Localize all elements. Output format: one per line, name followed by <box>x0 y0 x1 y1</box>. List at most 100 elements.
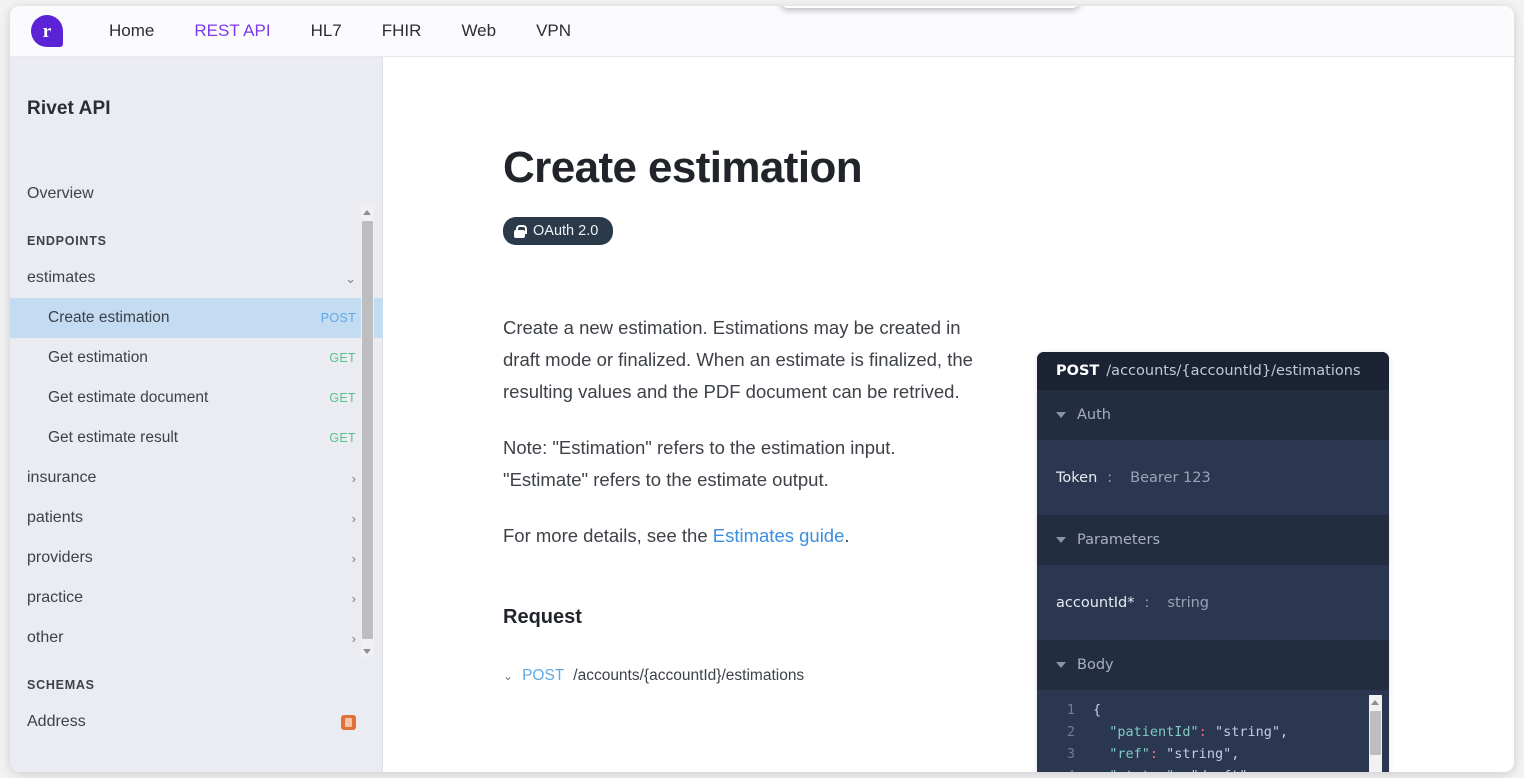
code-line: 3 "ref": "string", <box>1045 743 1389 765</box>
description-paragraph-2: Note: "Estimation" refers to the estimat… <box>503 437 896 490</box>
code-panel-section-parameters[interactable]: Parameters <box>1037 515 1389 565</box>
chevron-right-icon: › <box>351 550 356 566</box>
token-separator: : <box>1107 469 1113 486</box>
request-path-label: /accounts/{accountId}/estimations <box>573 667 805 684</box>
sidebar-group-label: other <box>27 629 64 646</box>
sidebar-item-create-estimation[interactable]: Create estimation POST <box>10 298 383 338</box>
sidebar-scrollbar[interactable] <box>361 205 374 657</box>
nav-link-fhir[interactable]: FHIR <box>382 21 422 41</box>
chevron-right-icon: › <box>351 630 356 646</box>
chevron-down-icon[interactable]: ⌄ <box>503 669 513 683</box>
page-body: Rivet API Overview ENDPOINTS estimates ⌄… <box>10 57 1514 772</box>
section-label: Body <box>1077 657 1114 673</box>
sidebar: Rivet API Overview ENDPOINTS estimates ⌄… <box>10 57 383 772</box>
sidebar-group-insurance[interactable]: insurance › <box>10 458 383 498</box>
sidebar-group-patients[interactable]: patients › <box>10 498 383 538</box>
body-json-editor[interactable]: 1 { 2 "patientId": "string", 3 "ref": "st… <box>1037 690 1389 772</box>
sidebar-heading-endpoints: ENDPOINTS <box>27 234 107 248</box>
code-panel-header: POST /accounts/{accountId}/estimations <box>1037 352 1389 390</box>
sidebar-group-estimates[interactable]: estimates ⌄ <box>10 258 383 298</box>
auth-token-row[interactable]: Token : Bearer 123 <box>1037 440 1389 515</box>
sidebar-group-other[interactable]: other › <box>10 618 383 658</box>
chevron-right-icon: › <box>351 590 356 606</box>
sidebar-group-label: estimates <box>27 269 96 286</box>
sidebar-group-providers[interactable]: providers › <box>10 538 383 578</box>
sidebar-item-get-estimate-document[interactable]: Get estimate document GET <box>10 378 383 418</box>
sidebar-group-label: insurance <box>27 469 97 486</box>
nav-link-vpn[interactable]: VPN <box>536 21 571 41</box>
section-label: Parameters <box>1077 532 1160 548</box>
nav-link-hl7[interactable]: HL7 <box>311 21 342 41</box>
sidebar-group-label: practice <box>27 589 84 606</box>
app-window: r Home REST API HL7 FHIR Web VPN Rivet A… <box>10 6 1514 772</box>
json-colon: : <box>1174 765 1182 772</box>
nav-link-home[interactable]: Home <box>109 21 154 41</box>
token-value-input[interactable]: Bearer 123 <box>1130 470 1211 486</box>
sidebar-group-practice[interactable]: practice › <box>10 578 383 618</box>
method-badge-get: GET <box>329 391 356 405</box>
json-key: "ref" <box>1109 746 1150 762</box>
code-scrollbar[interactable] <box>1369 695 1382 772</box>
code-panel-section-body[interactable]: Body <box>1037 640 1389 690</box>
details-prefix: For more details, see the <box>503 525 713 546</box>
triangle-down-icon <box>1056 537 1066 543</box>
section-label: Auth <box>1077 407 1111 423</box>
param-key-label: accountId* <box>1056 594 1135 611</box>
description-paragraph-1: Create a new estimation. Estimations may… <box>503 317 973 402</box>
line-number: 1 <box>1066 702 1075 718</box>
sidebar-heading-schemas: SCHEMAS <box>27 678 95 692</box>
sidebar-group-label: patients <box>27 509 84 526</box>
nav-link-web[interactable]: Web <box>461 21 496 41</box>
json-value: "string", <box>1158 746 1240 762</box>
line-number: 2 <box>1066 724 1075 740</box>
token-key-label: Token <box>1056 469 1098 486</box>
auth-badge-label: OAuth 2.0 <box>533 223 599 239</box>
request-endpoint-row[interactable]: ⌄ POST /accounts/{accountId}/estimations <box>503 667 973 685</box>
page-title: Create estimation <box>503 143 863 192</box>
documentation-column: Create estimation OAuth 2.0 Create a new… <box>503 57 973 685</box>
sidebar-item-address[interactable]: Address <box>10 702 383 742</box>
request-try-it-panel: POST /accounts/{accountId}/estimations A… <box>1037 352 1389 772</box>
sidebar-item-get-estimation[interactable]: Get estimation GET <box>10 338 383 378</box>
sidebar-item-label: Get estimate result <box>48 429 179 446</box>
json-code-lines: 1 { 2 "patientId": "string", 3 "ref": "st… <box>1037 699 1389 772</box>
scroll-up-arrow-icon[interactable] <box>363 210 371 215</box>
scroll-down-arrow-icon[interactable] <box>363 649 371 654</box>
nav-link-rest-api[interactable]: REST API <box>194 21 270 41</box>
sidebar-item-overview[interactable]: Overview <box>10 174 383 214</box>
chevron-right-icon: › <box>351 470 356 486</box>
sidebar-title: Rivet API <box>27 98 111 119</box>
main-content: Create estimation OAuth 2.0 Create a new… <box>383 57 1514 772</box>
code-line: 4 "status": "draft", <box>1045 765 1389 772</box>
json-value: "string", <box>1206 724 1289 740</box>
parameter-accountid-row[interactable]: accountId* : string <box>1037 565 1389 640</box>
details-suffix: . <box>844 525 850 546</box>
code-scrollbar-thumb[interactable] <box>1370 711 1381 755</box>
details-paragraph: For more details, see the Estimates guid… <box>503 520 973 552</box>
auth-badge: OAuth 2.0 <box>503 217 614 245</box>
chevron-right-icon: › <box>351 510 356 526</box>
code-panel-section-auth[interactable]: Auth <box>1037 390 1389 440</box>
sidebar-item-label: Address <box>27 713 86 730</box>
json-key: "patientId" <box>1109 724 1199 740</box>
chevron-down-icon: ⌄ <box>345 270 356 286</box>
sidebar-item-label: Get estimation <box>48 349 148 366</box>
sidebar-item-label: Overview <box>27 185 94 202</box>
code-line: 2 "patientId": "string", <box>1045 721 1389 743</box>
top-navigation-bar: r Home REST API HL7 FHIR Web VPN <box>10 6 1514 57</box>
sidebar-item-label: Get estimate document <box>48 389 209 406</box>
param-value-input[interactable]: string <box>1167 595 1209 611</box>
triangle-down-icon <box>1056 662 1066 668</box>
rivet-logo-icon[interactable]: r <box>31 15 63 47</box>
sidebar-item-get-estimate-result[interactable]: Get estimate result GET <box>10 418 383 458</box>
scroll-up-arrow-icon[interactable] <box>1371 700 1379 705</box>
request-method-label: POST <box>522 667 565 684</box>
json-key: "status" <box>1109 765 1174 772</box>
floating-overlay-edge <box>780 6 1080 8</box>
estimates-guide-link[interactable]: Estimates guide <box>713 525 845 546</box>
sidebar-scrollbar-thumb[interactable] <box>362 221 373 639</box>
code-text: { <box>1093 702 1102 718</box>
schema-cube-icon <box>341 714 356 730</box>
